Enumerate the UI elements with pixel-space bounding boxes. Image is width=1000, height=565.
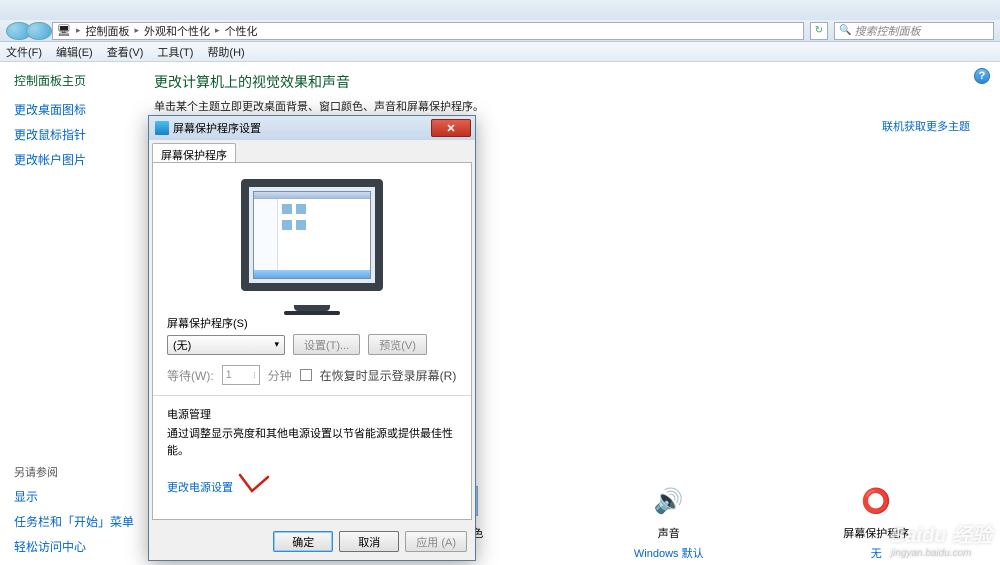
- menu-tools[interactable]: 工具(T): [157, 44, 193, 60]
- monitor-preview: [167, 179, 457, 315]
- menu-file[interactable]: 文件(F): [6, 44, 42, 60]
- window-titlebar: [0, 0, 1000, 20]
- resume-label: 在恢复时显示登录屏幕(R): [320, 367, 457, 384]
- sounds-item[interactable]: 🔊 声音 Windows 默认: [609, 481, 729, 561]
- get-more-themes-link[interactable]: 联机获取更多主题: [882, 118, 970, 134]
- cancel-button[interactable]: 取消: [339, 531, 399, 552]
- crumb-control-panel[interactable]: 控制面板: [86, 23, 130, 39]
- sound-icon: 🔊: [645, 481, 693, 521]
- resume-checkbox[interactable]: [300, 369, 312, 381]
- wait-unit: 分钟: [268, 367, 292, 384]
- power-text: 通过调整显示亮度和其他电源设置以节省能源或提供最佳性能。: [167, 426, 457, 459]
- change-power-settings-link[interactable]: 更改电源设置: [167, 482, 233, 494]
- close-button[interactable]: ✕: [431, 119, 471, 137]
- wait-spinner[interactable]: 1: [222, 365, 260, 385]
- sidebar-link-ease-of-access[interactable]: 轻松访问中心: [14, 538, 140, 555]
- forward-button[interactable]: [26, 22, 52, 40]
- ok-button[interactable]: 确定: [273, 531, 333, 552]
- wait-label: 等待(W):: [167, 367, 214, 384]
- settings-button[interactable]: 设置(T)...: [293, 334, 360, 355]
- sidebar-home[interactable]: 控制面板主页: [14, 72, 140, 89]
- menu-help[interactable]: 帮助(H): [207, 44, 244, 60]
- crumb-personalization[interactable]: 个性化: [225, 23, 258, 39]
- red-arrow-annotation: [238, 473, 272, 495]
- dialog-titlebar[interactable]: 屏幕保护程序设置 ✕: [149, 116, 475, 140]
- sidebar-link-display[interactable]: 显示: [14, 488, 140, 505]
- tab-screensaver[interactable]: 屏幕保护程序: [152, 143, 236, 162]
- page-title: 更改计算机上的视觉效果和声音: [154, 72, 980, 92]
- breadcrumb[interactable]: 🖥 控制面板 外观和个性化 个性化: [52, 22, 804, 40]
- dialog-icon: [155, 121, 169, 135]
- search-input[interactable]: 搜索控制面板: [834, 22, 994, 40]
- computer-icon: 🖥: [57, 24, 71, 37]
- page-desc: 单击某个主题立即更改桌面背景、窗口颜色、声音和屏幕保护程序。: [154, 98, 980, 114]
- screensaver-item[interactable]: ⭕ 屏幕保护程序 无: [816, 481, 936, 561]
- sidebar-link-mouse-pointers[interactable]: 更改鼠标指针: [14, 126, 140, 143]
- address-bar: 🖥 控制面板 外观和个性化 个性化 ↻ 搜索控制面板: [0, 20, 1000, 42]
- sidebar-link-desktop-icons[interactable]: 更改桌面图标: [14, 101, 140, 118]
- refresh-button[interactable]: ↻: [810, 22, 828, 40]
- preview-button[interactable]: 预览(V): [368, 334, 427, 355]
- dialog-title-text: 屏幕保护程序设置: [173, 120, 261, 136]
- sidebar: 控制面板主页 更改桌面图标 更改鼠标指针 更改帐户图片 另请参阅 显示 任务栏和…: [0, 62, 140, 565]
- menu-bar: 文件(F) 编辑(E) 查看(V) 工具(T) 帮助(H): [0, 42, 1000, 62]
- screensaver-icon: ⭕: [852, 481, 900, 521]
- help-icon[interactable]: ?: [974, 68, 990, 84]
- menu-edit[interactable]: 编辑(E): [56, 44, 93, 60]
- sidebar-link-account-picture[interactable]: 更改帐户图片: [14, 151, 140, 168]
- power-title: 电源管理: [167, 406, 457, 422]
- crumb-appearance[interactable]: 外观和个性化: [144, 23, 210, 39]
- menu-view[interactable]: 查看(V): [107, 44, 144, 60]
- sidebar-see-also-header: 另请参阅: [14, 464, 140, 480]
- screensaver-dropdown[interactable]: (无): [167, 335, 285, 355]
- apply-button[interactable]: 应用 (A): [405, 531, 467, 552]
- sidebar-link-taskbar[interactable]: 任务栏和「开始」菜单: [14, 513, 140, 530]
- screensaver-label: 屏幕保护程序(S): [167, 315, 457, 331]
- screensaver-dialog: 屏幕保护程序设置 ✕ 屏幕保护程序: [148, 115, 476, 561]
